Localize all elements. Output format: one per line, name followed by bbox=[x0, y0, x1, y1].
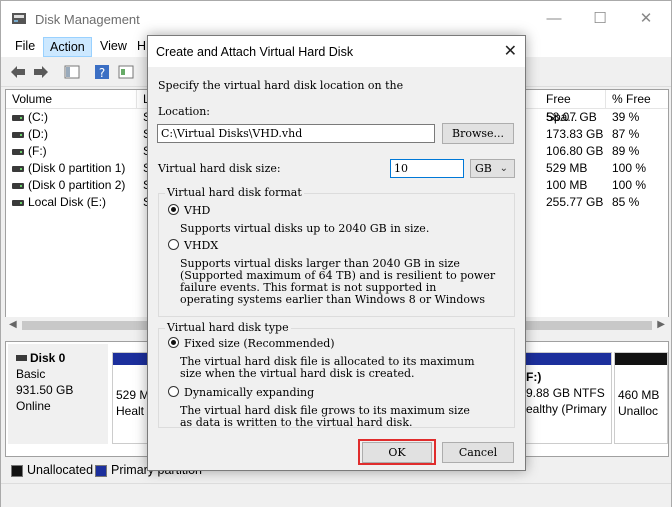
back-arrow-icon[interactable] bbox=[9, 63, 27, 81]
dialog-intro: Specify the virtual hard disk location o… bbox=[158, 79, 404, 92]
menu-view[interactable]: View bbox=[94, 37, 133, 57]
location-label: Location: bbox=[158, 105, 210, 118]
volume-cell: Local Disk (E:) bbox=[28, 195, 107, 209]
drive-icon bbox=[12, 132, 24, 138]
percent-free-cell: 89 % bbox=[612, 144, 640, 158]
menu-file[interactable]: File bbox=[9, 37, 41, 57]
create-vhd-dialog: Create and Attach Virtual Hard Disk ✕ Sp… bbox=[147, 35, 526, 471]
primary-swatch bbox=[95, 465, 107, 477]
volume-cell: (C:) bbox=[28, 110, 48, 124]
fixed-size-radio[interactable] bbox=[168, 337, 179, 348]
disk-size: 931.50 GB bbox=[16, 383, 74, 397]
vhd-description: Supports virtual disks up to 2040 GB in … bbox=[180, 222, 430, 235]
disk-status: Online bbox=[16, 399, 51, 413]
free-space-cell: 529 MB bbox=[546, 161, 588, 175]
chevron-down-icon: ⌄ bbox=[499, 163, 508, 174]
disk-management-icon bbox=[12, 13, 26, 24]
fixed-size-label[interactable]: Fixed size (Recommended) bbox=[184, 338, 335, 350]
menu-action[interactable]: Action bbox=[43, 37, 92, 57]
dialog-title: Create and Attach Virtual Hard Disk bbox=[156, 45, 354, 59]
drive-icon bbox=[12, 166, 24, 172]
vhdx-description-line: operating systems earlier than Windows 8… bbox=[180, 293, 486, 306]
unallocated-bar bbox=[615, 353, 667, 365]
partition-status: Unalloc bbox=[618, 404, 659, 418]
partition-status: ealthy (Primary bbox=[526, 402, 607, 416]
disk-name: Disk 0 bbox=[16, 350, 108, 366]
fixed-description-line: size when the virtual hard disk is creat… bbox=[180, 367, 415, 380]
browse-button[interactable]: Browse... bbox=[442, 123, 514, 144]
partition-label: F:) bbox=[526, 370, 542, 384]
drive-icon bbox=[12, 183, 24, 189]
dialog-title-bar: Create and Attach Virtual Hard Disk ✕ bbox=[148, 36, 525, 67]
column-volume[interactable]: Volume bbox=[6, 90, 137, 109]
scroll-left-icon[interactable]: ◀ bbox=[9, 319, 17, 330]
dynamic-description-line: as data is written to the virtual hard d… bbox=[180, 416, 413, 429]
drive-icon bbox=[12, 200, 24, 206]
partition-status: Healt bbox=[116, 404, 145, 418]
help-icon[interactable]: ? bbox=[93, 63, 111, 81]
drive-icon bbox=[12, 115, 24, 121]
volume-cell: (Disk 0 partition 2) bbox=[28, 178, 126, 192]
legend-unallocated: Unallocated bbox=[27, 463, 94, 477]
properties-icon[interactable] bbox=[117, 63, 135, 81]
percent-free-cell: 85 % bbox=[612, 195, 640, 209]
dialog-close-icon[interactable]: ✕ bbox=[504, 41, 517, 61]
partition-bar bbox=[113, 353, 151, 365]
column-free-space[interactable]: Free Spa... bbox=[540, 90, 606, 124]
dynamic-label[interactable]: Dynamically expanding bbox=[184, 387, 314, 399]
location-input[interactable]: C:\Virtual Disks\VHD.vhd bbox=[157, 124, 435, 143]
disk-0-info[interactable]: Disk 0 Basic 931.50 GB Online bbox=[8, 344, 108, 444]
vhdx-radio[interactable] bbox=[168, 239, 179, 250]
free-space-cell: 255.77 GB bbox=[546, 195, 604, 209]
drive-icon bbox=[12, 149, 24, 155]
minimize-button[interactable]: — bbox=[531, 1, 577, 35]
vhd-label[interactable]: VHD bbox=[184, 205, 210, 217]
unit-select[interactable]: GB ⌄ bbox=[470, 159, 515, 178]
partition-size: 460 MB bbox=[618, 388, 660, 402]
volume-cell: (F:) bbox=[28, 144, 47, 158]
type-group-label: Virtual hard disk type bbox=[165, 321, 291, 334]
volume-cell: (Disk 0 partition 1) bbox=[28, 161, 126, 175]
vhd-radio[interactable] bbox=[168, 204, 179, 215]
free-space-cell: 173.83 GB bbox=[546, 127, 604, 141]
window-title: Disk Management bbox=[35, 12, 140, 27]
vhdx-label[interactable]: VHDX bbox=[184, 240, 218, 252]
size-input[interactable]: 10 bbox=[390, 159, 464, 178]
cancel-button[interactable]: Cancel bbox=[442, 442, 514, 463]
volume-cell: (D:) bbox=[28, 127, 48, 141]
free-space-cell: 58.07 GB bbox=[546, 110, 597, 124]
free-space-cell: 106.80 GB bbox=[546, 144, 604, 158]
dynamic-radio[interactable] bbox=[168, 386, 179, 397]
percent-free-cell: 100 % bbox=[612, 178, 647, 192]
unallocated-swatch bbox=[11, 465, 23, 477]
partition-unallocated[interactable]: 460 MB Unalloc bbox=[614, 352, 668, 444]
status-bar bbox=[1, 483, 671, 507]
percent-free-cell: 100 % bbox=[612, 161, 647, 175]
forward-arrow-icon[interactable] bbox=[32, 63, 50, 81]
percent-free-cell: 39 % bbox=[612, 110, 640, 124]
maximize-button[interactable]: ☐ bbox=[577, 1, 623, 35]
ok-button[interactable]: OK bbox=[362, 442, 432, 463]
close-button[interactable]: ✕ bbox=[623, 1, 669, 35]
partition-size: 9.88 GB NTFS bbox=[526, 386, 605, 400]
title-bar: Disk Management — ☐ ✕ bbox=[1, 1, 671, 35]
percent-free-cell: 87 % bbox=[612, 127, 640, 141]
partition-f[interactable]: F:) 9.88 GB NTFS ealthy (Primary bbox=[522, 352, 612, 444]
console-tree-icon[interactable] bbox=[63, 63, 81, 81]
format-group-label: Virtual hard disk format bbox=[165, 186, 304, 199]
svg-text:?: ? bbox=[99, 66, 105, 80]
scroll-right-icon[interactable]: ▶ bbox=[657, 319, 665, 330]
unit-select-value: GB bbox=[475, 162, 492, 175]
partition-size: 529 M bbox=[116, 388, 150, 402]
size-label: Virtual hard disk size: bbox=[158, 162, 281, 175]
disk-type: Basic bbox=[16, 367, 46, 381]
partition-bar bbox=[523, 353, 611, 365]
free-space-cell: 100 MB bbox=[546, 178, 588, 192]
column-percent-free[interactable]: % Free bbox=[606, 90, 668, 109]
partition-1[interactable]: 529 M Healt bbox=[112, 352, 152, 444]
